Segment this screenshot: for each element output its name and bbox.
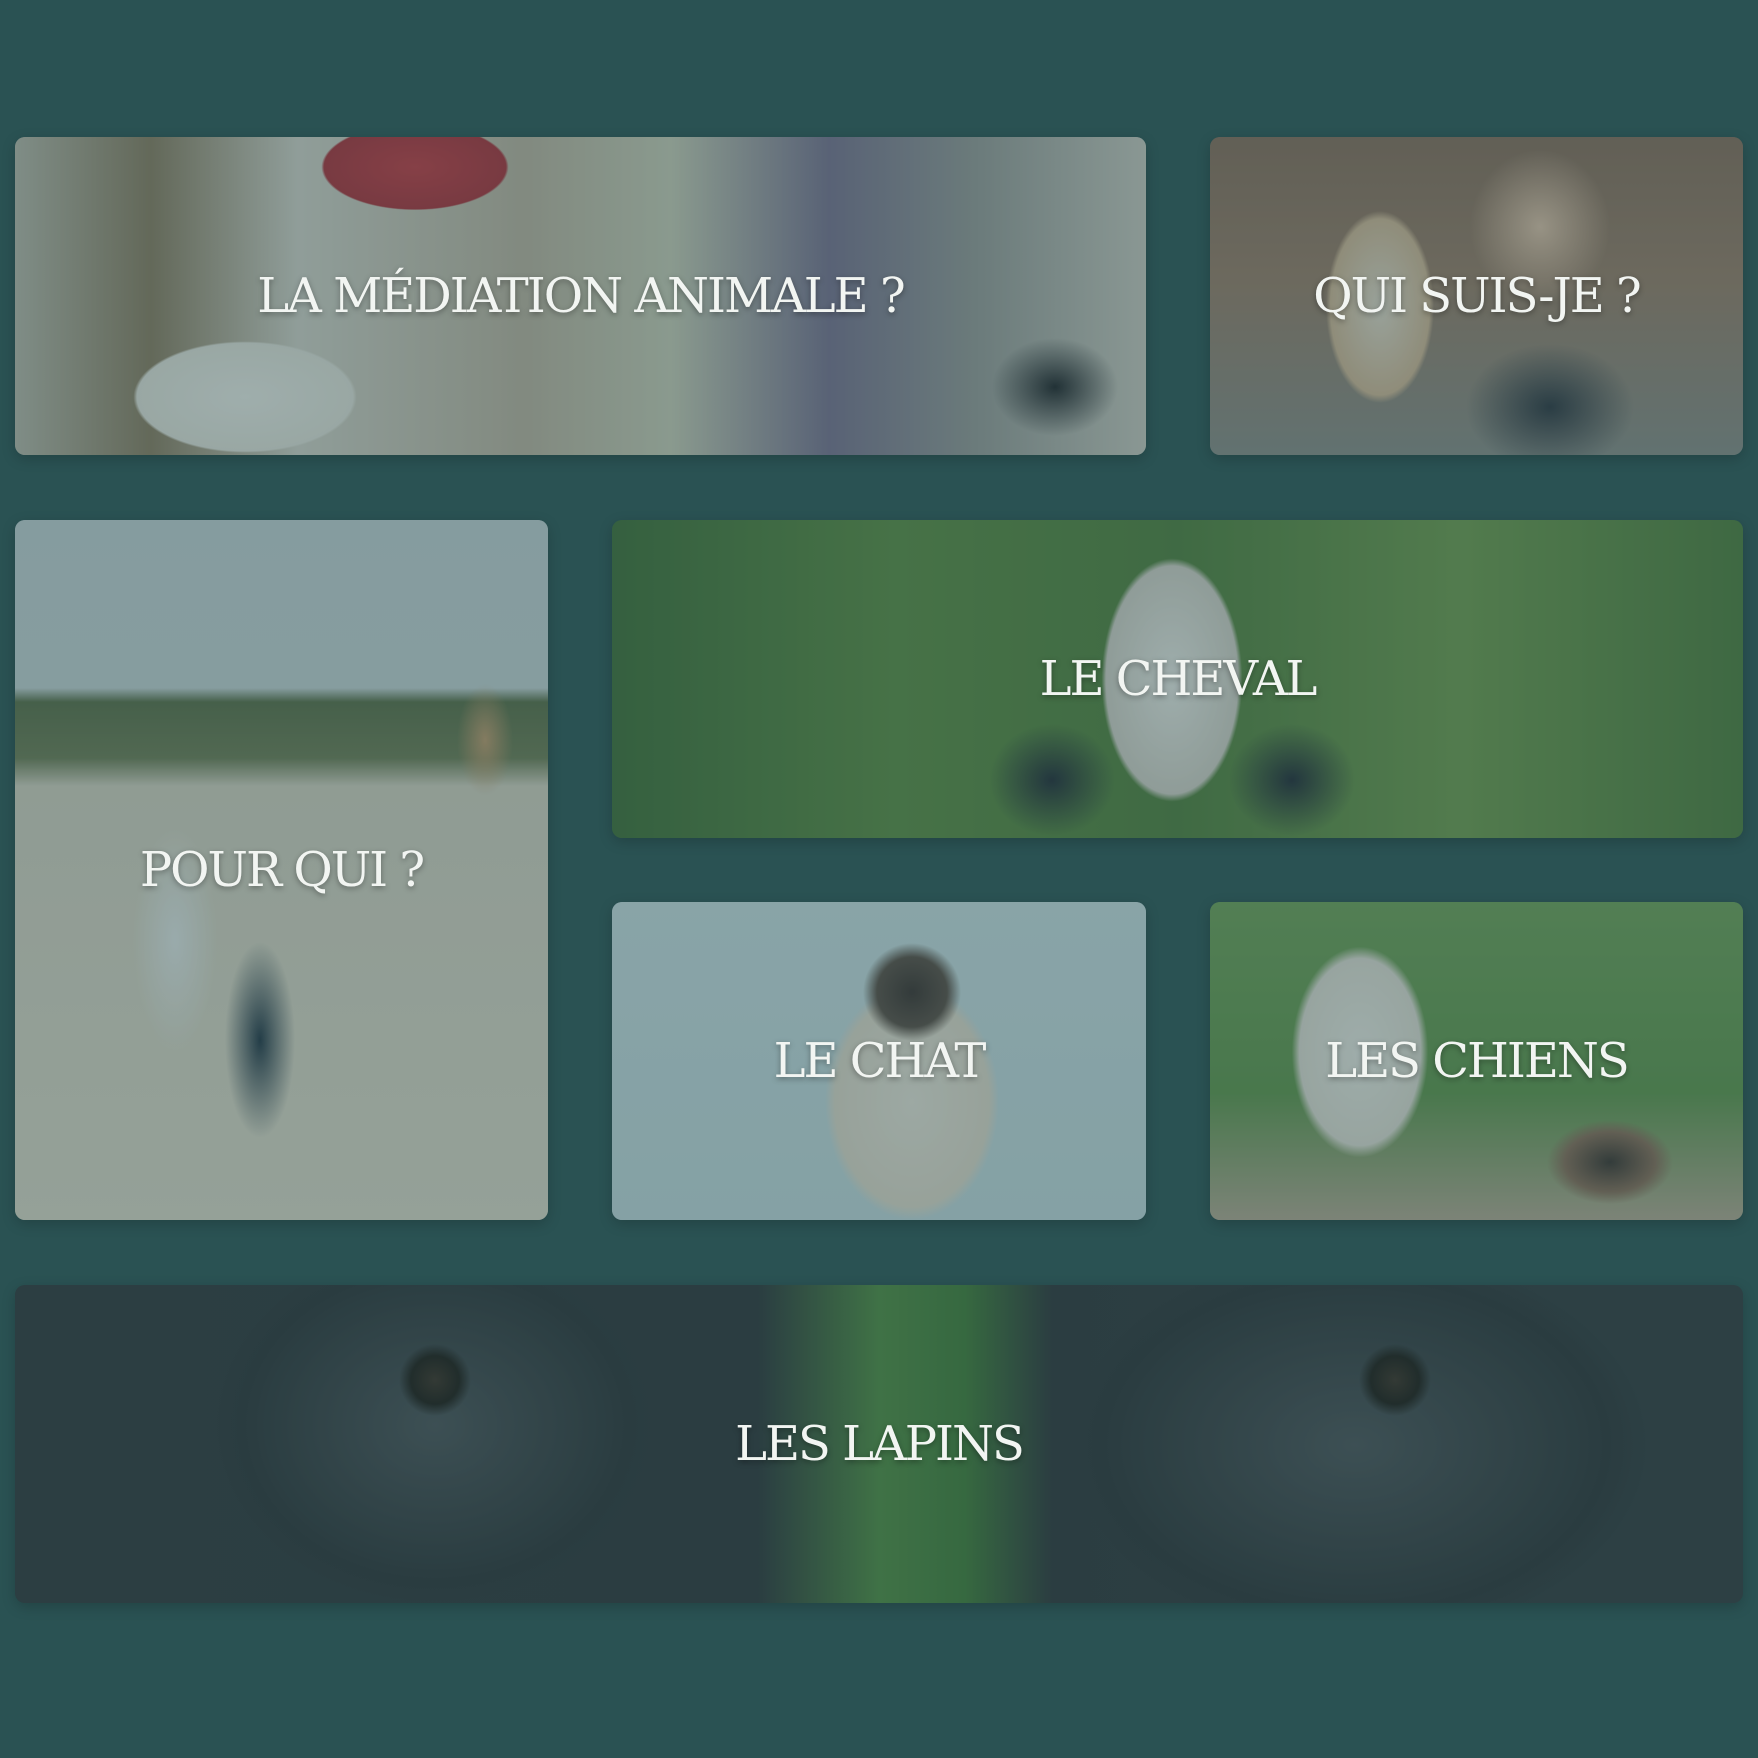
tile-label: LE CHAT <box>773 1033 987 1089</box>
tile-le-chat[interactable]: LE CHAT <box>612 902 1146 1220</box>
tile-label: LE CHEVAL <box>1039 651 1318 707</box>
tile-les-chiens[interactable]: LES CHIENS <box>1210 902 1743 1220</box>
tile-label: LA MÉDIATION ANIMALE ? <box>257 268 905 324</box>
tile-les-lapins[interactable]: LES LAPINS <box>15 1285 1743 1603</box>
tile-label: LES CHIENS <box>1325 1033 1630 1089</box>
tile-le-cheval[interactable]: LE CHEVAL <box>612 520 1743 838</box>
tile-label: QUI SUIS-JE ? <box>1313 268 1641 324</box>
tile-label: LES LAPINS <box>735 1416 1025 1472</box>
tile-la-mediation-animale[interactable]: LA MÉDIATION ANIMALE ? <box>15 137 1146 455</box>
tile-pour-qui[interactable]: POUR QUI ? <box>15 520 548 1220</box>
tile-label: POUR QUI ? <box>139 842 425 898</box>
tile-qui-suis-je[interactable]: QUI SUIS-JE ? <box>1210 137 1743 455</box>
